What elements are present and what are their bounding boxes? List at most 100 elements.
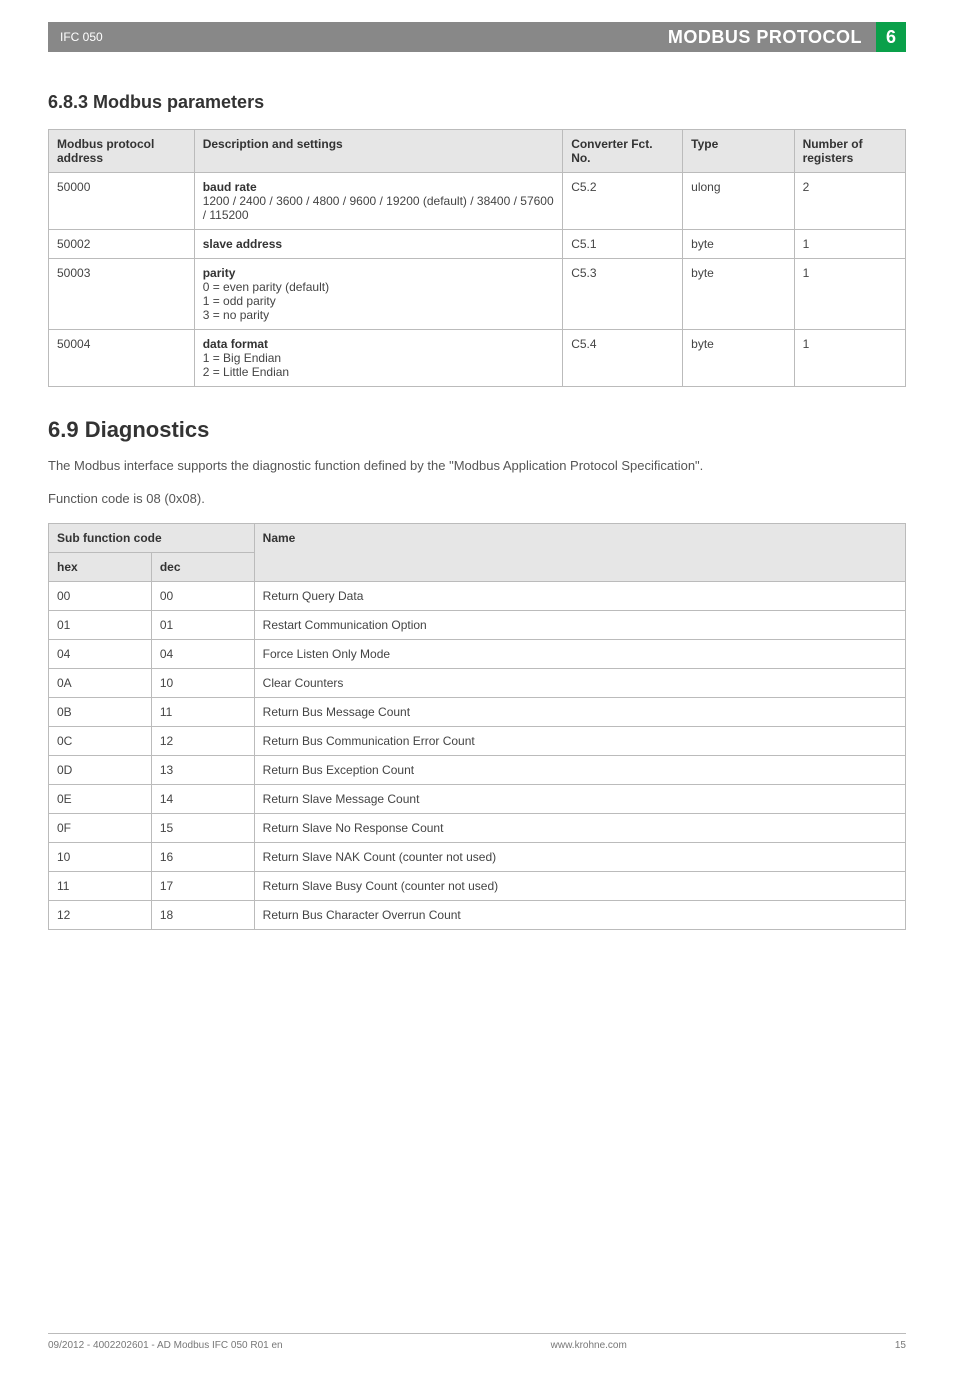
cell-dec: 18	[151, 900, 254, 929]
footer-right: 15	[895, 1340, 906, 1351]
cell-desc: parity0 = even parity (default)1 = odd p…	[194, 259, 563, 330]
th-fct: Converter Fct. No.	[563, 130, 683, 173]
cell-desc-title: slave address	[203, 237, 282, 251]
th-subfunc: Sub function code	[49, 523, 255, 552]
header-product: IFC 050	[48, 22, 320, 52]
cell-dec: 10	[151, 668, 254, 697]
footer-left: 09/2012 - 4002202601 - AD Modbus IFC 050…	[48, 1340, 283, 1351]
table-diagnostics: Sub function code Name hex dec 0000Retur…	[48, 523, 906, 930]
table-row: 0A10Clear Counters	[49, 668, 906, 697]
diag-paragraph-2: Function code is 08 (0x08).	[48, 490, 748, 509]
table-row: 0000Return Query Data	[49, 581, 906, 610]
cell-dec: 14	[151, 784, 254, 813]
cell-name: Return Slave NAK Count (counter not used…	[254, 842, 905, 871]
th-hex: hex	[49, 552, 152, 581]
table-row: 0E14Return Slave Message Count	[49, 784, 906, 813]
cell-type: byte	[683, 230, 794, 259]
th-regs: Number of registers	[794, 130, 905, 173]
cell-dec: 13	[151, 755, 254, 784]
cell-name: Return Bus Message Count	[254, 697, 905, 726]
cell-name: Return Bus Communication Error Count	[254, 726, 905, 755]
cell-hex: 0C	[49, 726, 152, 755]
th-type: Type	[683, 130, 794, 173]
cell-desc: data format1 = Big Endian2 = Little Endi…	[194, 330, 563, 387]
footer: 09/2012 - 4002202601 - AD Modbus IFC 050…	[48, 1333, 906, 1351]
header-spacer	[320, 22, 654, 52]
cell-fct: C5.4	[563, 330, 683, 387]
cell-dec: 15	[151, 813, 254, 842]
cell-hex: 0F	[49, 813, 152, 842]
cell-hex: 0B	[49, 697, 152, 726]
table-row: 50002 slave address C5.1byte1	[49, 230, 906, 259]
table-row: 50000baud rate1200 / 2400 / 3600 / 4800 …	[49, 173, 906, 230]
th-dec: dec	[151, 552, 254, 581]
cell-dec: 16	[151, 842, 254, 871]
cell-hex: 11	[49, 871, 152, 900]
cell-dec: 11	[151, 697, 254, 726]
cell-dec: 00	[151, 581, 254, 610]
table-row: 1218Return Bus Character Overrun Count	[49, 900, 906, 929]
cell-addr: 50004	[49, 330, 195, 387]
cell-dec: 17	[151, 871, 254, 900]
header-chapter-number: 6	[876, 22, 906, 52]
cell-type: byte	[683, 259, 794, 330]
cell-fct: C5.2	[563, 173, 683, 230]
cell-name: Clear Counters	[254, 668, 905, 697]
table-row: 0F15Return Slave No Response Count	[49, 813, 906, 842]
th-desc: Description and settings	[194, 130, 563, 173]
cell-regs: 2	[794, 173, 905, 230]
header-bar: IFC 050 MODBUS PROTOCOL 6	[48, 22, 906, 52]
cell-hex: 00	[49, 581, 152, 610]
cell-hex: 04	[49, 639, 152, 668]
cell-name: Restart Communication Option	[254, 610, 905, 639]
cell-desc-title: data format	[203, 337, 268, 351]
table-row: 50003parity0 = even parity (default)1 = …	[49, 259, 906, 330]
cell-regs: 1	[794, 330, 905, 387]
cell-hex: 12	[49, 900, 152, 929]
table-row: 1117Return Slave Busy Count (counter not…	[49, 871, 906, 900]
section-heading-modbus-params: 6.8.3 Modbus parameters	[48, 92, 906, 113]
cell-addr: 50002	[49, 230, 195, 259]
th-addr: Modbus protocol address	[49, 130, 195, 173]
cell-fct: C5.3	[563, 259, 683, 330]
cell-hex: 10	[49, 842, 152, 871]
cell-type: ulong	[683, 173, 794, 230]
diag-paragraph-1: The Modbus interface supports the diagno…	[48, 457, 748, 476]
table-row: 0C12Return Bus Communication Error Count	[49, 726, 906, 755]
cell-desc: slave address	[194, 230, 563, 259]
cell-addr: 50000	[49, 173, 195, 230]
cell-name: Return Bus Character Overrun Count	[254, 900, 905, 929]
cell-desc-title: parity	[203, 266, 236, 280]
table-row: 1016Return Slave NAK Count (counter not …	[49, 842, 906, 871]
cell-name: Return Query Data	[254, 581, 905, 610]
section-heading-diagnostics: 6.9 Diagnostics	[48, 417, 906, 443]
header-title: MODBUS PROTOCOL	[654, 22, 876, 52]
table-row: 0B11Return Bus Message Count	[49, 697, 906, 726]
cell-dec: 04	[151, 639, 254, 668]
cell-regs: 1	[794, 259, 905, 330]
cell-type: byte	[683, 330, 794, 387]
cell-fct: C5.1	[563, 230, 683, 259]
cell-name: Force Listen Only Mode	[254, 639, 905, 668]
table-modbus-params: Modbus protocol address Description and …	[48, 129, 906, 387]
cell-regs: 1	[794, 230, 905, 259]
table-row: 0404Force Listen Only Mode	[49, 639, 906, 668]
cell-dec: 01	[151, 610, 254, 639]
cell-name: Return Slave Message Count	[254, 784, 905, 813]
cell-hex: 0A	[49, 668, 152, 697]
th-name: Name	[254, 523, 905, 581]
cell-hex: 01	[49, 610, 152, 639]
cell-addr: 50003	[49, 259, 195, 330]
cell-desc: baud rate1200 / 2400 / 3600 / 4800 / 960…	[194, 173, 563, 230]
cell-name: Return Bus Exception Count	[254, 755, 905, 784]
cell-hex: 0E	[49, 784, 152, 813]
cell-dec: 12	[151, 726, 254, 755]
table-row: 0101Restart Communication Option	[49, 610, 906, 639]
table-row: 0D13Return Bus Exception Count	[49, 755, 906, 784]
cell-desc-title: baud rate	[203, 180, 257, 194]
cell-name: Return Slave Busy Count (counter not use…	[254, 871, 905, 900]
cell-hex: 0D	[49, 755, 152, 784]
table-row: 50004data format1 = Big Endian2 = Little…	[49, 330, 906, 387]
footer-mid: www.krohne.com	[551, 1340, 627, 1351]
cell-name: Return Slave No Response Count	[254, 813, 905, 842]
